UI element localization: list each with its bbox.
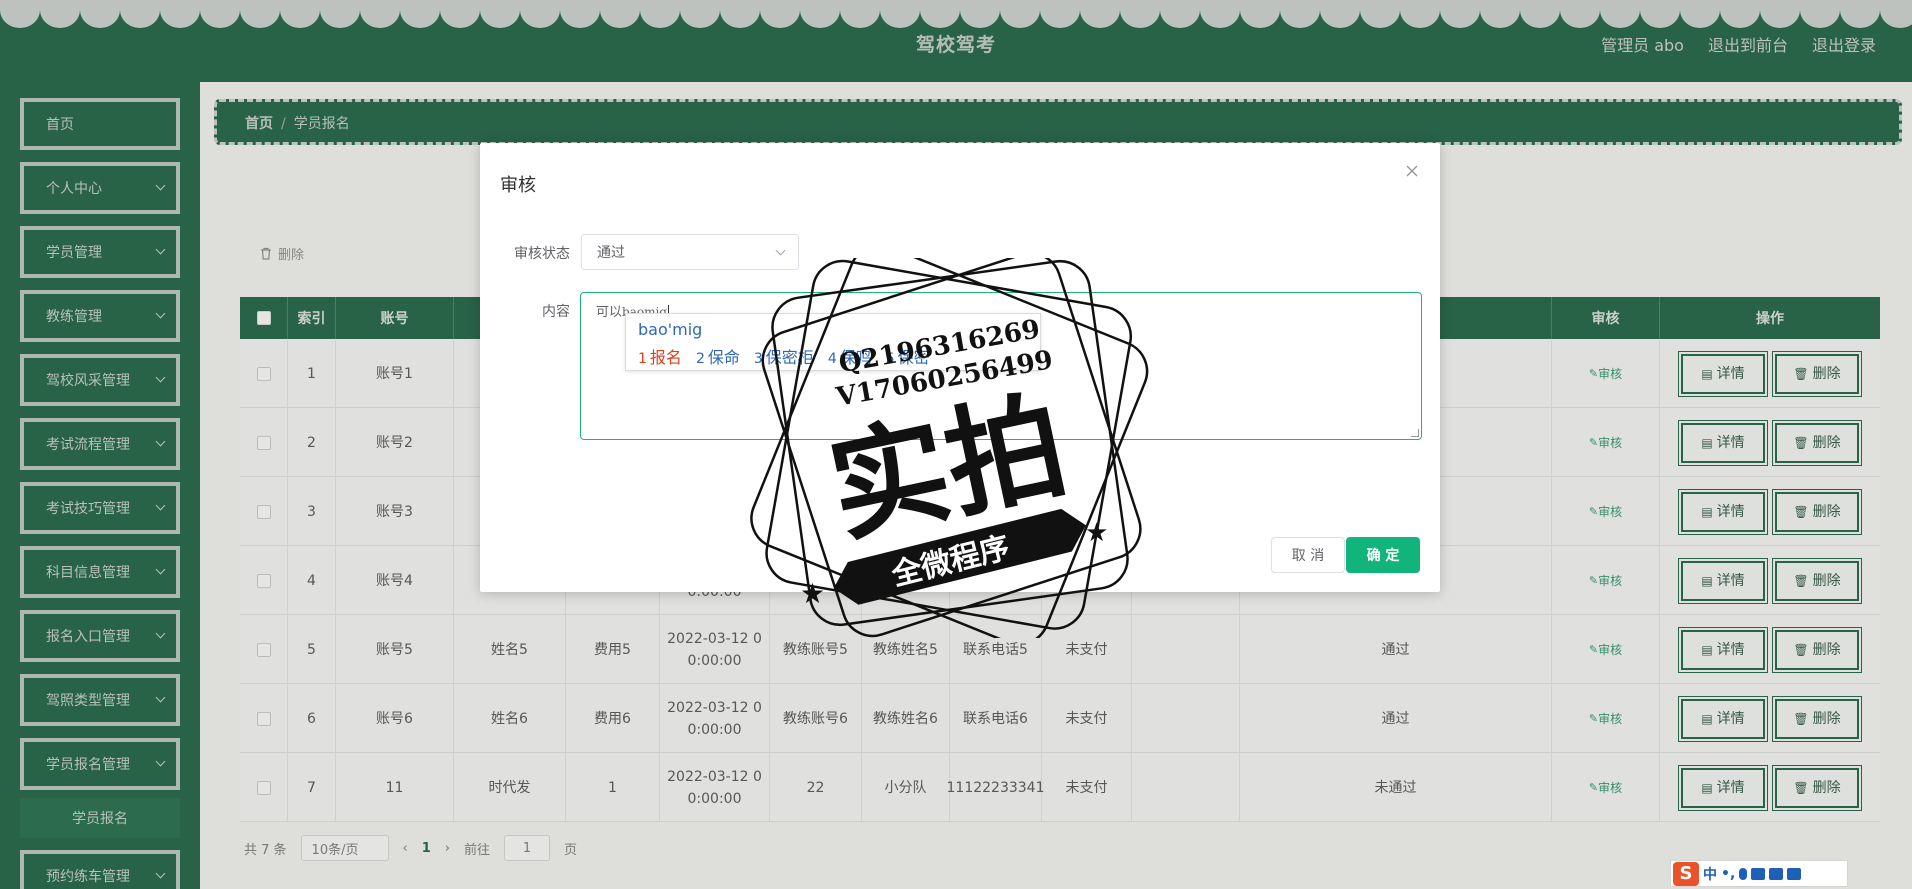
ime-toolbar: S 中 •, (1670, 860, 1848, 887)
ime-lang-toggle[interactable]: 中 (1703, 864, 1717, 884)
ime-candidate-4[interactable]: 4 保鸣 (828, 344, 872, 368)
resize-handle[interactable] (1411, 429, 1419, 437)
chevron-down-icon (775, 245, 786, 256)
skin-icon[interactable] (1769, 867, 1784, 880)
close-icon[interactable] (1404, 163, 1420, 179)
keyboard-icon[interactable] (1751, 867, 1766, 880)
ime-punct-toggle[interactable]: •, (1721, 866, 1735, 882)
ime-candidate-popup: bao'mig 1 报名 2 保命 3 保密柜 4 保鸣 5 保密 (625, 313, 1041, 371)
dialog-title: 审核 (500, 175, 536, 196)
ime-candidate-1[interactable]: 1 报名 (638, 344, 682, 368)
status-label: 审核状态 (514, 246, 570, 262)
ime-pinyin: bao'mig (638, 320, 703, 339)
content-text: 可以 (596, 305, 623, 320)
status-select[interactable]: 通过 (581, 234, 799, 270)
status-value: 通过 (597, 245, 625, 261)
ime-candidate-5[interactable]: 5 保密 (886, 344, 930, 368)
confirm-button[interactable]: 确 定 (1346, 537, 1420, 573)
cancel-button[interactable]: 取 消 (1271, 537, 1345, 573)
content-label: 内容 (542, 304, 570, 320)
audit-dialog: 审核 审核状态 通过 内容 可以baomig bao'mig 1 报名 2 保命 3… (480, 143, 1440, 592)
ime-candidate-3[interactable]: 3 保密柜 (754, 344, 814, 368)
toolbox-icon[interactable] (1787, 867, 1802, 880)
microphone-icon[interactable] (1739, 867, 1748, 880)
sogou-logo-icon[interactable]: S (1673, 861, 1699, 886)
ime-candidate-2[interactable]: 2 保命 (696, 344, 740, 368)
ime-candidates: 1 报名 2 保命 3 保密柜 4 保鸣 5 保密 (638, 344, 930, 368)
